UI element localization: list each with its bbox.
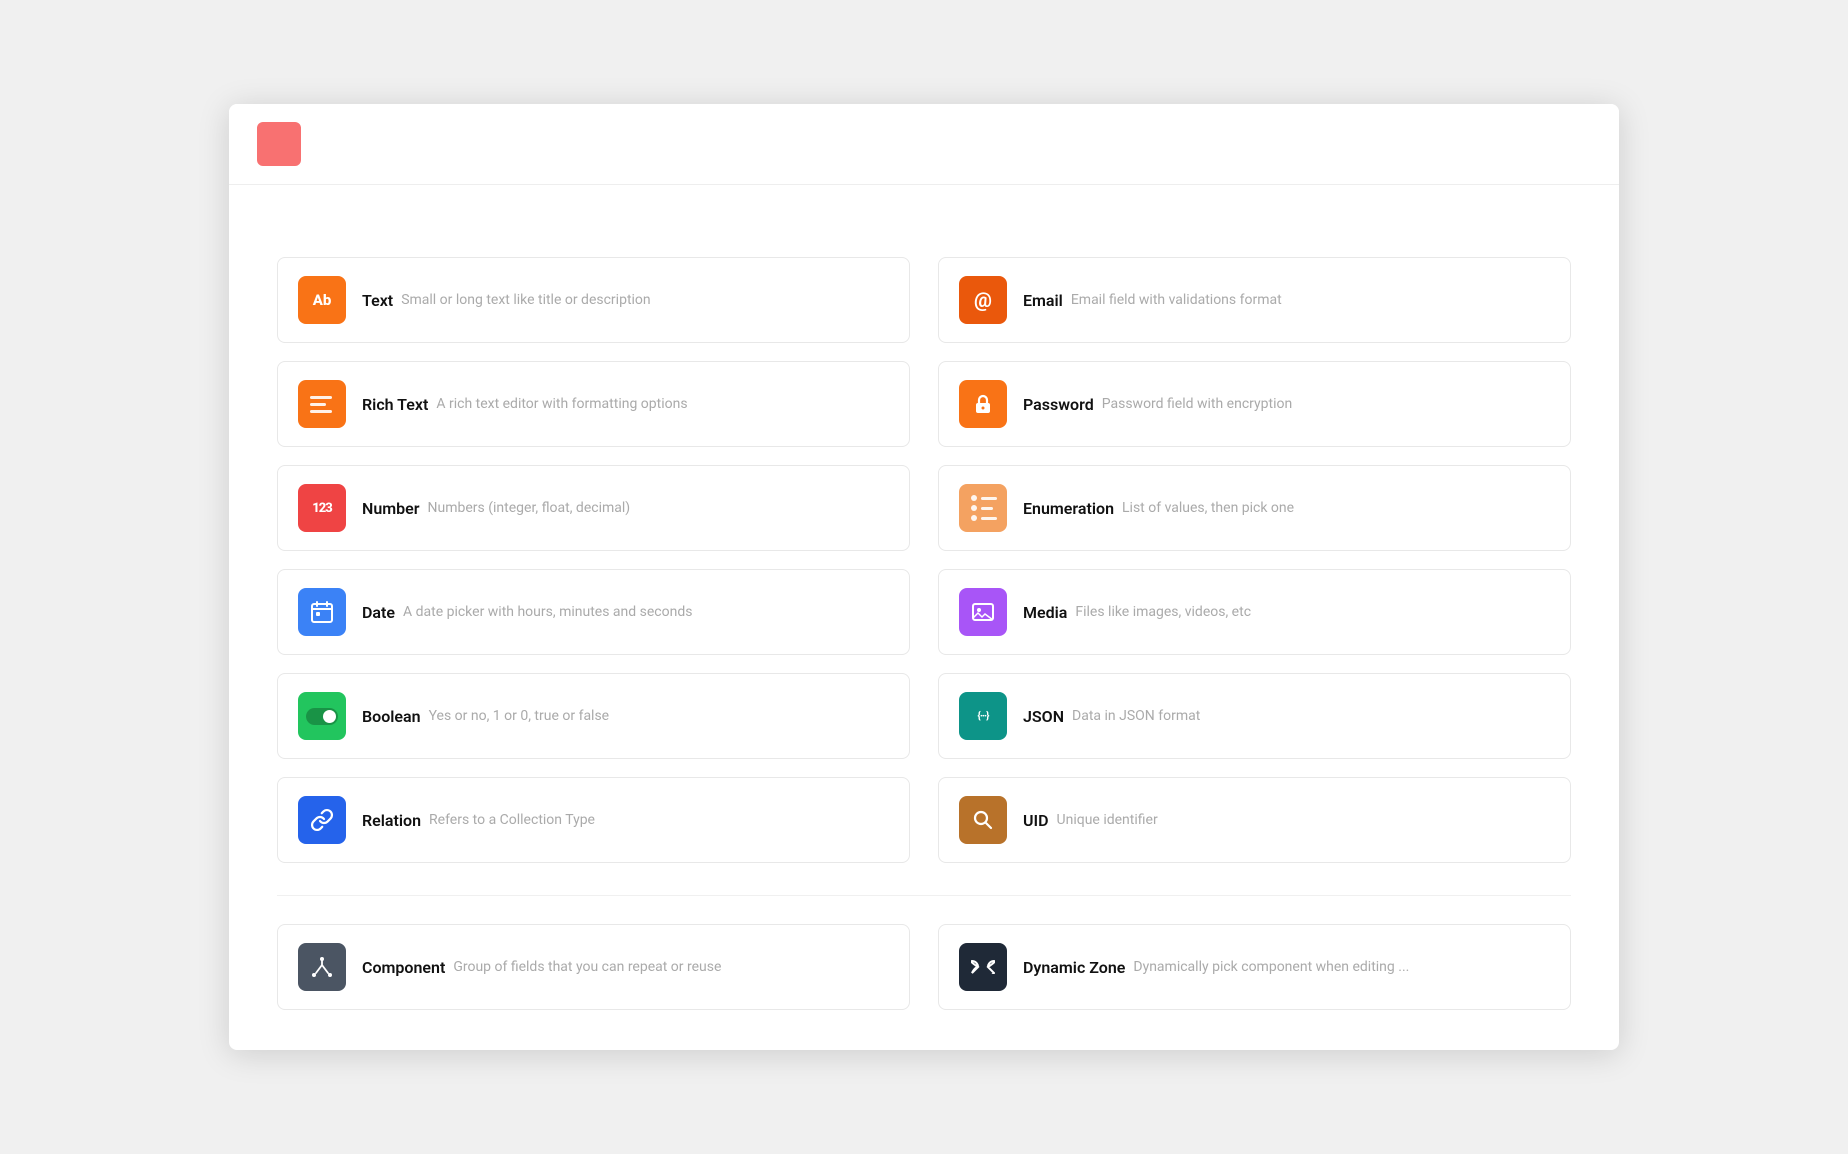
bottom-fields-grid: Component Group of fields that you can r… bbox=[277, 924, 1571, 1010]
rich-text-desc: A rich text editor with formatting optio… bbox=[436, 396, 687, 412]
text-desc: Small or long text like title or descrip… bbox=[401, 292, 650, 308]
relation-desc: Refers to a Collection Type bbox=[429, 812, 595, 828]
uid-name: UID bbox=[1023, 811, 1049, 830]
uid-icon bbox=[959, 796, 1023, 844]
date-desc: A date picker with hours, minutes and se… bbox=[403, 604, 692, 620]
field-card-enumeration[interactable]: Enumeration List of values, then pick on… bbox=[938, 465, 1571, 551]
uid-desc: Unique identifier bbox=[1057, 812, 1158, 828]
component-desc: Group of fields that you can repeat or r… bbox=[453, 959, 721, 975]
fields-grid: Ab Text Small or long text like title or… bbox=[277, 257, 1571, 863]
relation-icon bbox=[298, 796, 362, 844]
boolean-icon bbox=[298, 692, 362, 740]
field-selector-modal: Ab Text Small or long text like title or… bbox=[229, 104, 1619, 1050]
rich-text-name: Rich Text bbox=[362, 395, 428, 414]
password-name: Password bbox=[1023, 395, 1094, 414]
field-card-relation[interactable]: Relation Refers to a Collection Type bbox=[277, 777, 910, 863]
number-desc: Numbers (integer, float, decimal) bbox=[428, 500, 631, 516]
boolean-name: Boolean bbox=[362, 707, 421, 726]
relation-name: Relation bbox=[362, 811, 421, 830]
text-icon: Ab bbox=[298, 276, 362, 324]
dynamic-zone-name: Dynamic Zone bbox=[1023, 958, 1125, 977]
password-icon bbox=[959, 380, 1023, 428]
json-name: JSON bbox=[1023, 707, 1064, 726]
media-icon bbox=[959, 588, 1023, 636]
media-desc: Files like images, videos, etc bbox=[1075, 604, 1251, 620]
email-desc: Email field with validations format bbox=[1071, 292, 1282, 308]
field-card-password[interactable]: Password Password field with encryption bbox=[938, 361, 1571, 447]
enumeration-desc: List of values, then pick one bbox=[1122, 500, 1294, 516]
date-icon bbox=[298, 588, 362, 636]
dynamic-zone-desc: Dynamically pick component when editing … bbox=[1133, 959, 1409, 975]
rich-text-icon bbox=[298, 380, 362, 428]
enumeration-icon bbox=[959, 484, 1023, 532]
number-name: Number bbox=[362, 499, 420, 518]
field-card-date[interactable]: Date A date picker with hours, minutes a… bbox=[277, 569, 910, 655]
field-card-email[interactable]: @ Email Email field with validations for… bbox=[938, 257, 1571, 343]
modal-logo bbox=[257, 122, 301, 166]
field-card-number[interactable]: 123 Number Numbers (integer, float, deci… bbox=[277, 465, 910, 551]
modal-header bbox=[229, 104, 1619, 185]
field-card-text[interactable]: Ab Text Small or long text like title or… bbox=[277, 257, 910, 343]
section-divider bbox=[277, 895, 1571, 896]
modal-body: Ab Text Small or long text like title or… bbox=[229, 185, 1619, 1050]
field-card-dynamic-zone[interactable]: Dynamic Zone Dynamically pick component … bbox=[938, 924, 1571, 1010]
component-icon bbox=[298, 943, 362, 991]
dynamic-zone-icon bbox=[959, 943, 1023, 991]
field-card-rich-text[interactable]: Rich Text A rich text editor with format… bbox=[277, 361, 910, 447]
password-desc: Password field with encryption bbox=[1102, 396, 1293, 412]
field-card-uid[interactable]: UID Unique identifier bbox=[938, 777, 1571, 863]
boolean-desc: Yes or no, 1 or 0, true or false bbox=[429, 708, 610, 724]
component-name: Component bbox=[362, 958, 445, 977]
text-name: Text bbox=[362, 291, 393, 310]
date-name: Date bbox=[362, 603, 395, 622]
json-desc: Data in JSON format bbox=[1072, 708, 1200, 724]
email-name: Email bbox=[1023, 291, 1063, 310]
field-card-json[interactable]: {···} JSON Data in JSON format bbox=[938, 673, 1571, 759]
number-icon: 123 bbox=[298, 484, 362, 532]
field-card-boolean[interactable]: Boolean Yes or no, 1 or 0, true or false bbox=[277, 673, 910, 759]
field-card-component[interactable]: Component Group of fields that you can r… bbox=[277, 924, 910, 1010]
email-icon: @ bbox=[959, 276, 1023, 324]
enumeration-name: Enumeration bbox=[1023, 499, 1114, 518]
json-icon: {···} bbox=[959, 692, 1023, 740]
media-name: Media bbox=[1023, 603, 1067, 622]
field-card-media[interactable]: Media Files like images, videos, etc bbox=[938, 569, 1571, 655]
